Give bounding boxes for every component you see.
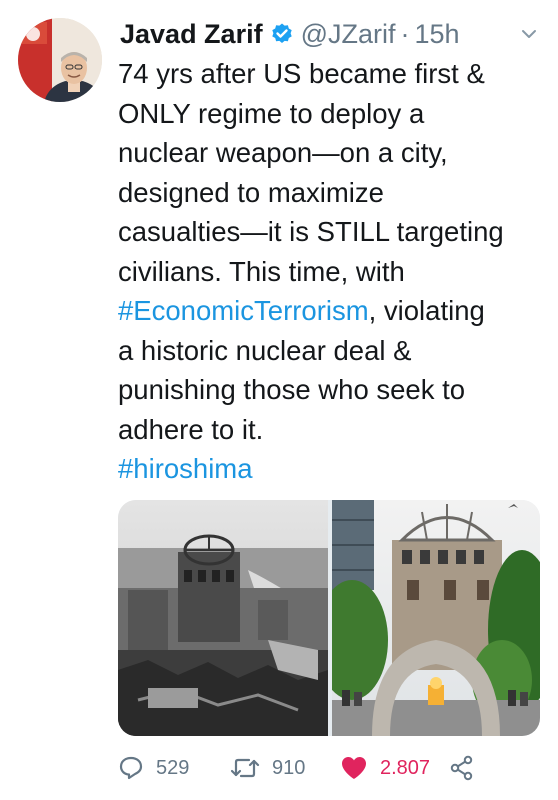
tweet-line: casualties—it is STILL targeting	[118, 216, 504, 247]
avatar-image	[18, 18, 102, 102]
retweet-button[interactable]: 910	[230, 752, 305, 784]
reply-count: 529	[156, 756, 190, 779]
tweet-line: civilians. This time, with	[118, 255, 405, 287]
tweet-actions: 529 910 2.807	[118, 752, 518, 784]
heart-icon	[342, 757, 366, 779]
like-button[interactable]: 2.807	[340, 752, 430, 784]
hashtag-hiroshima[interactable]: #hiroshima	[118, 449, 543, 489]
tweet-media	[118, 500, 540, 736]
tweet-header: Javad Zarif @JZarif · 15h	[120, 14, 540, 54]
retweet-count: 910	[272, 756, 306, 779]
tweet-timestamp[interactable]: 15h	[415, 19, 460, 50]
share-button[interactable]	[450, 752, 474, 784]
tweet-line: ONLY regime to deploy a	[118, 97, 425, 129]
tweet-line: nuclear weapon—on a city,	[118, 137, 448, 168]
tweet-line: designed to maximize	[118, 176, 384, 208]
author-handle[interactable]: @JZarif	[301, 19, 396, 50]
tweet-line: a historic nuclear deal &	[118, 334, 412, 366]
author-name[interactable]: Javad Zarif	[120, 19, 263, 50]
tweet-line: #EconomicTerrorism, violating	[118, 291, 543, 331]
tweet-text: 74 yrs after US became first & ONLY regi…	[118, 54, 543, 489]
tweet-line-rest: , violating	[368, 295, 485, 326]
tweet-line: 74 yrs after US became first &	[118, 58, 485, 89]
tweet-line: punishing those who seek to	[118, 374, 466, 405]
reply-icon	[119, 756, 143, 780]
reply-button[interactable]: 529	[118, 752, 189, 784]
share-icon	[450, 755, 473, 781]
tweet-line: adhere to it.	[118, 413, 264, 445]
media-photo-left[interactable]	[118, 500, 328, 736]
avatar[interactable]	[18, 18, 102, 102]
separator-dot: ·	[400, 18, 410, 49]
hashtag-economic-terrorism[interactable]: #EconomicTerrorism	[118, 295, 369, 326]
verified-badge-icon	[270, 22, 294, 46]
chevron-down-icon[interactable]	[520, 28, 540, 40]
media-photo-right[interactable]	[316, 500, 540, 736]
retweet-icon	[230, 758, 260, 778]
like-count: 2.807	[380, 756, 431, 779]
